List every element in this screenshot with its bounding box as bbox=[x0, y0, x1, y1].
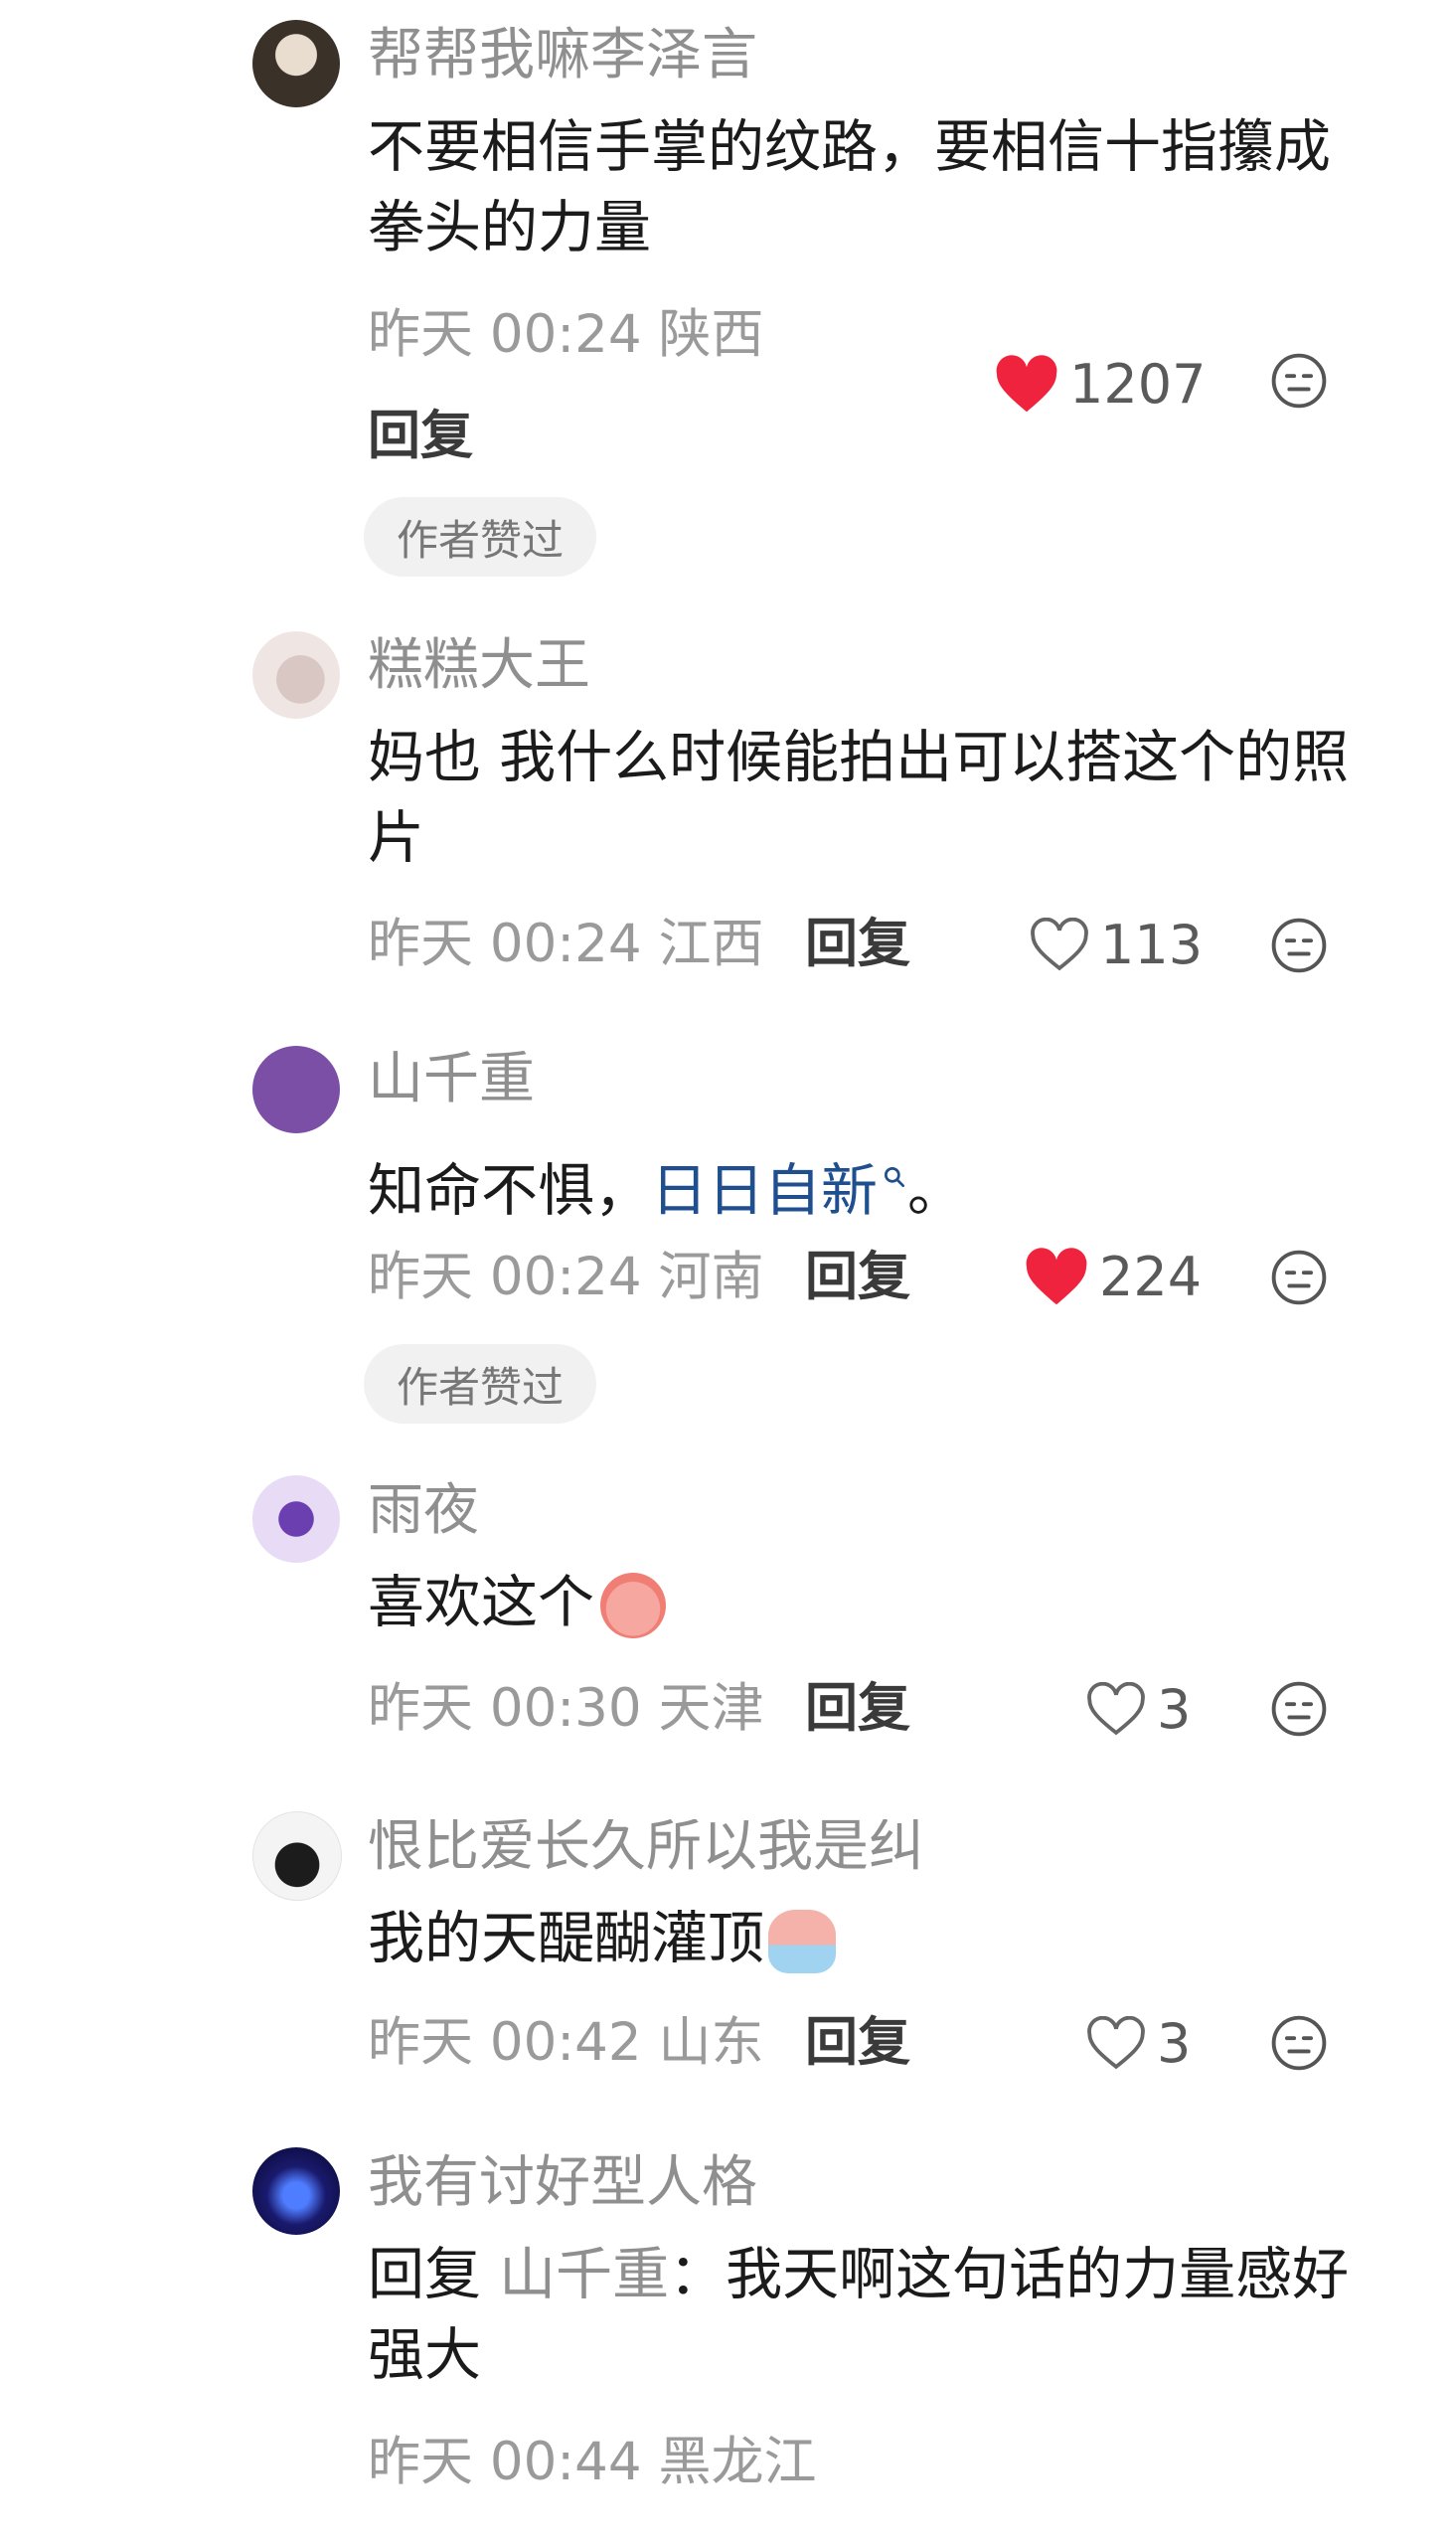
comment-meta: 昨天 00:42 山东 bbox=[368, 2016, 763, 2069]
comment-location: 陕西 bbox=[658, 304, 764, 365]
reply-button[interactable]: 回复 bbox=[368, 410, 473, 462]
comment-content: 回复 山千重：我天啊这句话的力量感好强大 bbox=[368, 2235, 1381, 2396]
comment-time: 昨天 00:42 bbox=[368, 2012, 642, 2073]
comment-content: 知命不惧，日日自新。 bbox=[368, 1131, 1381, 1232]
topic-link[interactable]: 日日自新 bbox=[651, 1158, 878, 1224]
like-button[interactable]: 113 bbox=[1029, 911, 1203, 980]
emoji-sticker bbox=[768, 1910, 836, 1974]
comment-time: 昨天 00:30 bbox=[368, 1678, 642, 1739]
meh-face-icon[interactable] bbox=[1270, 2014, 1328, 2072]
avatar[interactable] bbox=[252, 1046, 340, 1133]
comment-meta: 昨天 00:24 河南 bbox=[368, 1251, 763, 1303]
reply-button[interactable]: 回复 bbox=[805, 1251, 910, 1303]
comment-location: 天津 bbox=[658, 1678, 764, 1739]
comment-content: 妈也 我什么时候能拍出可以搭这个的照片 bbox=[368, 725, 1350, 871]
comment-meta: 昨天 00:30 天津 bbox=[368, 1682, 763, 1735]
heart-outline-icon bbox=[1029, 918, 1090, 973]
comment-meta: 昨天 00:24 陕西 bbox=[368, 308, 763, 361]
emoji-sticker bbox=[600, 1573, 666, 1639]
comment-location: 山东 bbox=[658, 2012, 764, 2073]
like-button[interactable]: 3 bbox=[1085, 1675, 1191, 1745]
comment-meta: 昨天 00:24 江西 bbox=[368, 918, 763, 970]
reply-prefix: 回复 bbox=[368, 2242, 481, 2307]
like-button[interactable]: 1207 bbox=[994, 350, 1206, 420]
reply-button[interactable]: 回复 bbox=[805, 1682, 910, 1735]
comment-time: 昨天 00:24 bbox=[368, 914, 642, 974]
avatar[interactable] bbox=[252, 631, 340, 719]
meh-face-icon[interactable] bbox=[1270, 1680, 1328, 1738]
comment-text: 。 bbox=[907, 1158, 964, 1224]
author-liked-badge: 作者赞过 bbox=[364, 1344, 596, 1424]
meh-face-icon[interactable] bbox=[1270, 917, 1328, 974]
comment-location: 江西 bbox=[658, 914, 764, 974]
comment-text: 喜欢这个 bbox=[368, 1570, 594, 1635]
comment-content: 喜欢这个 bbox=[368, 1563, 1381, 1643]
comment-username[interactable]: 恨比爱长久所以我是纠 bbox=[368, 1819, 1053, 1875]
like-count: 1207 bbox=[1069, 353, 1207, 416]
comment-content: 不要相信手掌的纹路，要相信十指攥成拳头的力量 bbox=[368, 114, 1331, 260]
like-count: 3 bbox=[1157, 1678, 1192, 1741]
heart-outline-icon bbox=[1085, 1682, 1147, 1738]
like-button[interactable]: 3 bbox=[1085, 2009, 1191, 2079]
meh-face-icon[interactable] bbox=[1270, 352, 1328, 410]
comment-username[interactable]: 山千重 bbox=[368, 1052, 535, 1107]
like-button[interactable]: 224 bbox=[1024, 1243, 1202, 1312]
comment-text: 知命不惧， bbox=[368, 1158, 651, 1224]
comment-username[interactable]: 帮帮我嘛李泽言 bbox=[368, 28, 757, 84]
author-liked-badge: 作者赞过 bbox=[364, 497, 596, 577]
like-count: 113 bbox=[1100, 914, 1204, 976]
comment-time: 昨天 00:44 bbox=[368, 2432, 642, 2492]
comment-time: 昨天 00:24 bbox=[368, 1247, 642, 1307]
reply-to-username[interactable]: 山千重 bbox=[499, 2242, 669, 2307]
search-icon[interactable] bbox=[882, 1131, 907, 1212]
avatar[interactable] bbox=[252, 1475, 340, 1563]
comment-meta: 昨天 00:44 黑龙江 bbox=[368, 2436, 816, 2488]
comment-location: 黑龙江 bbox=[658, 2432, 817, 2492]
comment-content: 我的天醍醐灌顶 bbox=[368, 1899, 1381, 1979]
reply-button[interactable]: 回复 bbox=[805, 918, 910, 970]
comment-text: 我的天醍醐灌顶 bbox=[368, 1906, 764, 1971]
like-count: 3 bbox=[1157, 2012, 1192, 2075]
heart-outline-icon bbox=[1085, 2016, 1147, 2072]
like-count: 224 bbox=[1099, 1246, 1203, 1308]
heart-filled-icon bbox=[994, 355, 1059, 415]
comment-time: 昨天 00:24 bbox=[368, 304, 642, 365]
reply-button[interactable]: 回复 bbox=[805, 2016, 910, 2069]
comment-username[interactable]: 雨夜 bbox=[368, 1483, 479, 1539]
comment-username[interactable]: 糕糕大王 bbox=[368, 638, 590, 694]
meh-face-icon[interactable] bbox=[1270, 1249, 1328, 1306]
avatar[interactable] bbox=[252, 20, 340, 107]
avatar[interactable] bbox=[252, 2147, 340, 2235]
comment-location: 河南 bbox=[658, 1247, 764, 1307]
avatar[interactable] bbox=[252, 1811, 342, 1901]
heart-filled-icon bbox=[1024, 1248, 1089, 1307]
comment-username[interactable]: 我有讨好型人格 bbox=[368, 2155, 757, 2211]
